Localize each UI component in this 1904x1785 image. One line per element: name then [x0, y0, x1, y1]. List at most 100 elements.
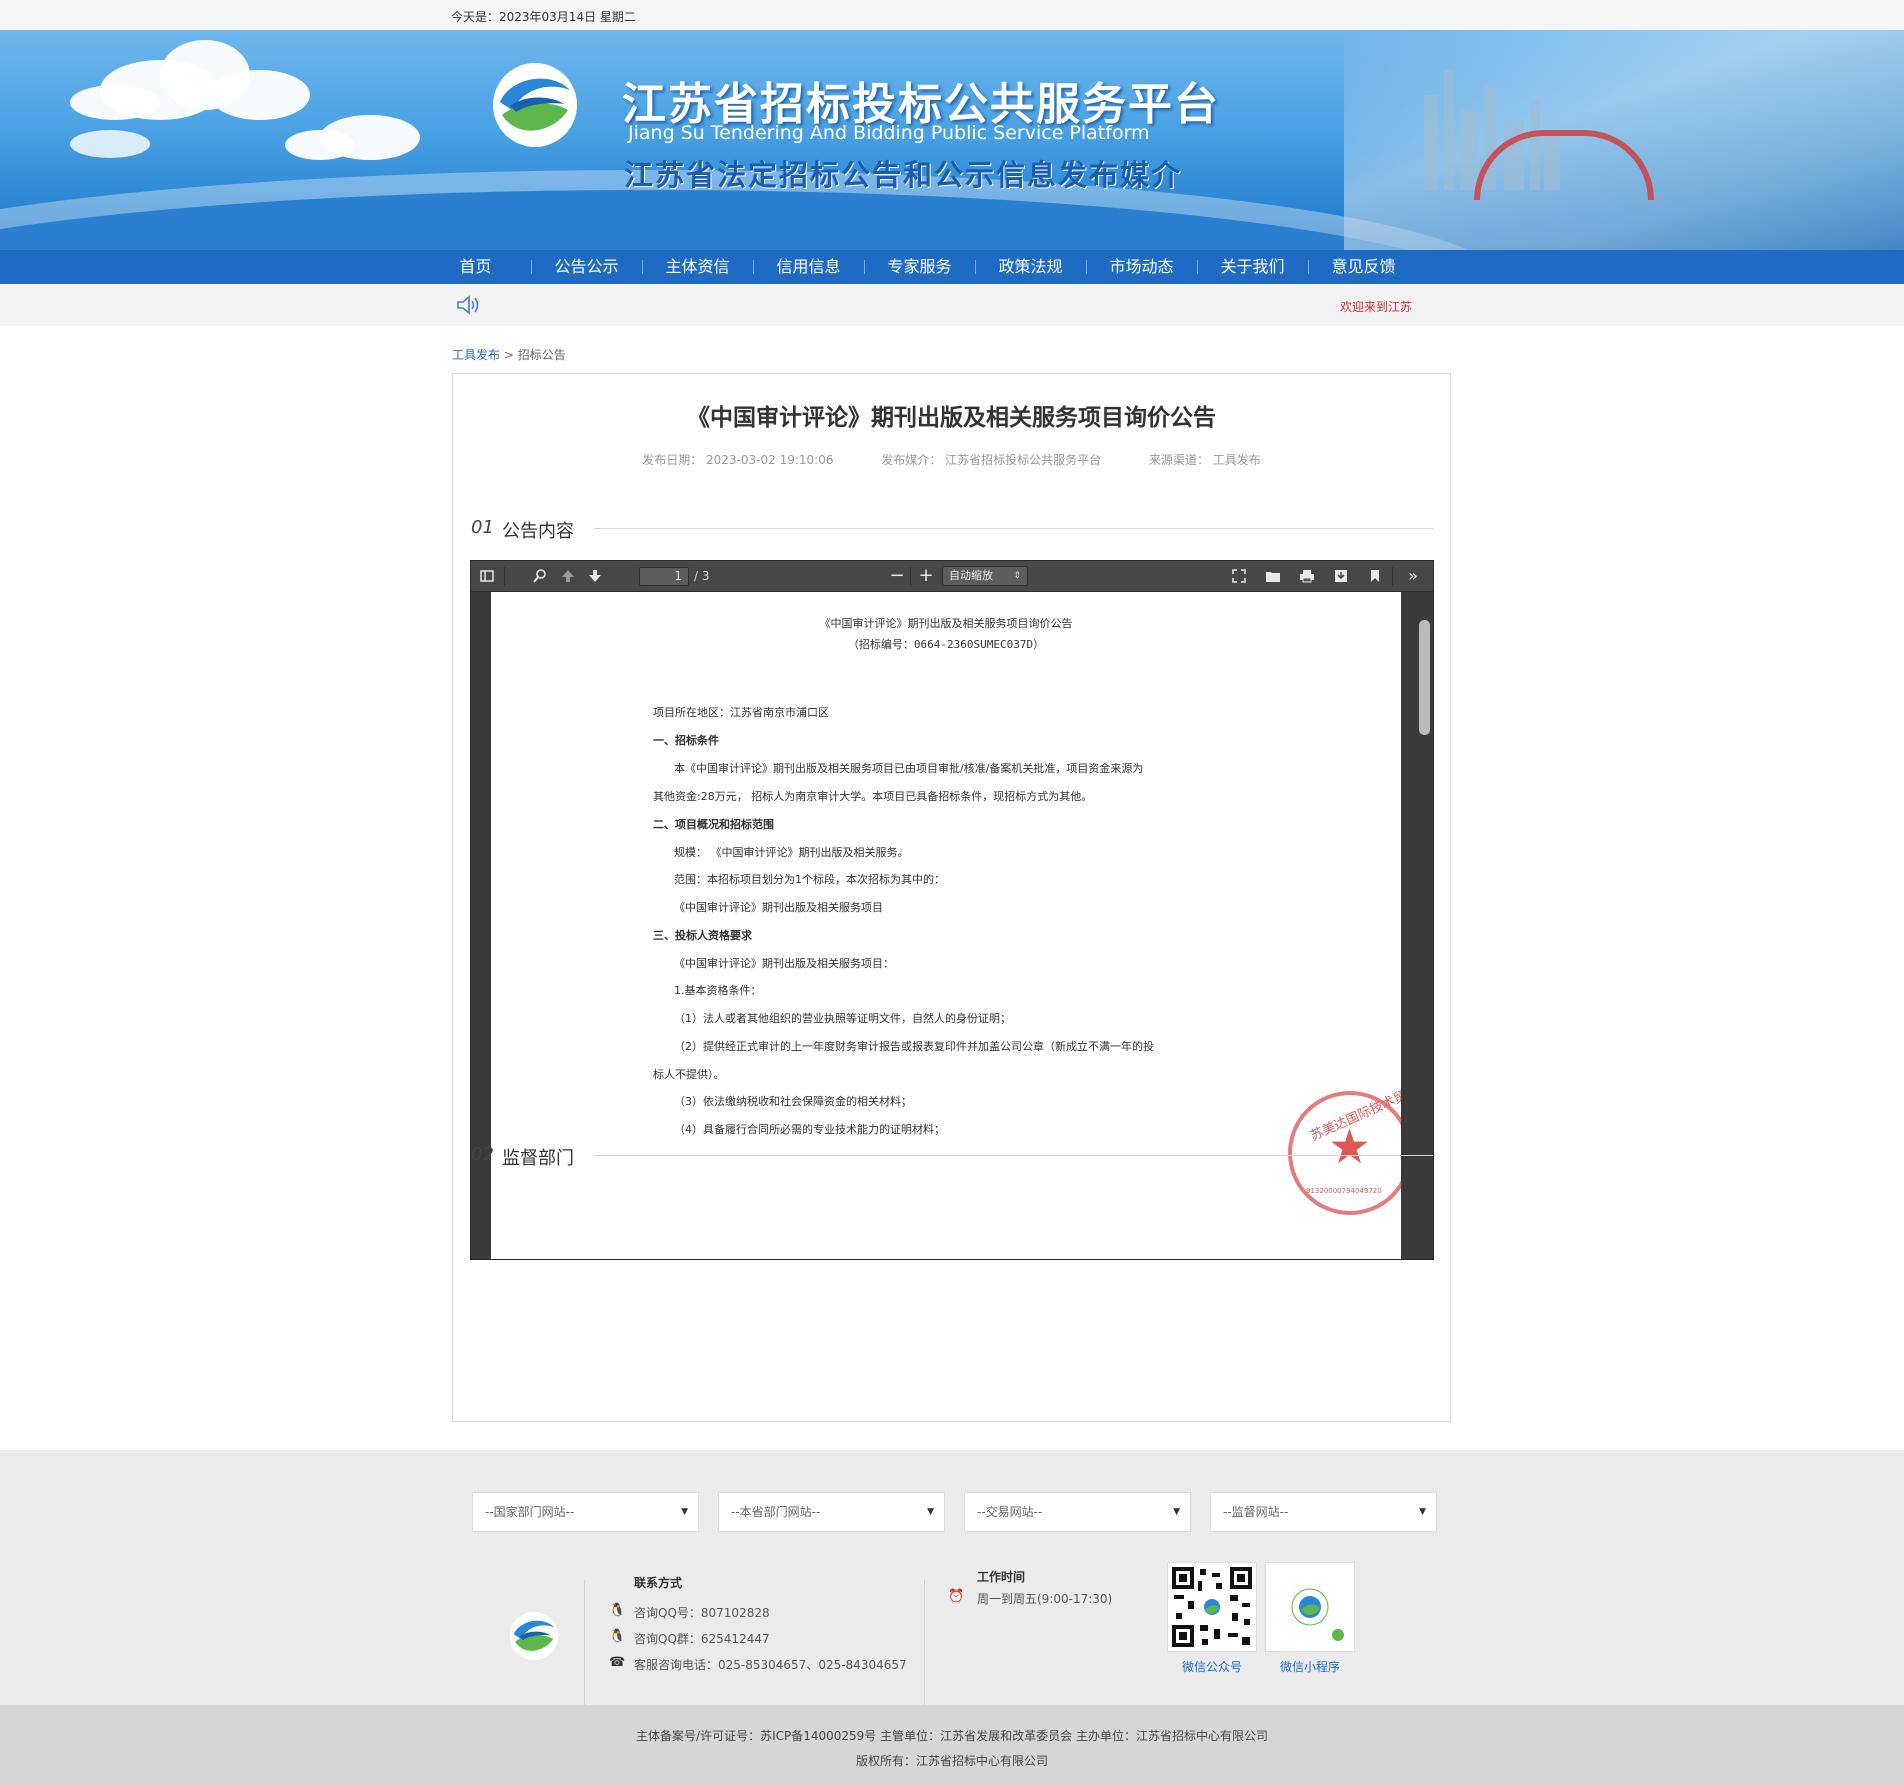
toolbar-separator	[910, 567, 911, 586]
doc-line: 项目所在地区：江苏省南京市浦口区	[653, 706, 829, 719]
open-file-icon[interactable]	[1264, 568, 1282, 584]
notice-bar: 欢迎来到江苏	[0, 284, 1904, 326]
wechat-official-qr-code	[1167, 1562, 1257, 1652]
more-tools-icon[interactable]: »	[1404, 568, 1422, 584]
chevron-down-icon: ▼	[1419, 1507, 1426, 1517]
nav-item-announcements[interactable]: 公告公示	[531, 250, 642, 284]
chevron-updown-icon: ⇕	[1013, 571, 1021, 581]
source-channel: 来源渠道： 工具发布	[1148, 453, 1261, 467]
cloud-decoration	[70, 85, 160, 120]
city-skyline-image	[1344, 30, 1904, 250]
nav-item-about-us[interactable]: 关于我们	[1197, 250, 1308, 284]
sidebar-toggle-icon[interactable]	[478, 568, 496, 584]
doc-heading: 二、项目概况和招标范围	[653, 818, 774, 831]
search-icon[interactable]	[531, 568, 549, 584]
footer-logo	[509, 1611, 559, 1661]
breadcrumb-link-tools[interactable]: 工具发布	[452, 348, 500, 362]
zoom-select-value: 自动缩放	[949, 569, 993, 582]
cloud-decoration	[70, 130, 150, 158]
breadcrumb-current: 招标公告	[517, 348, 566, 362]
supervision-sites-select[interactable]: --监督网站-- ▼	[1210, 1492, 1437, 1532]
pdf-toolbar: 1 / 3 − + 自动缩放 ⇕ »	[471, 561, 1433, 592]
scrolling-notice[interactable]: 欢迎来到江苏	[1340, 298, 1412, 315]
site-subtitle: 江苏省法定招标公告和公示信息发布媒介	[624, 158, 1183, 192]
zoom-select[interactable]: 自动缩放 ⇕	[942, 566, 1028, 586]
qq-icon: 🐧	[609, 1603, 626, 1618]
doc-line: 规模： 《中国审计评论》期刊出版及相关服务。	[674, 846, 909, 859]
provincial-sites-select[interactable]: --本省部门网站-- ▼	[718, 1492, 945, 1532]
site-title-english: Jiang Su Tendering And Bidding Public Se…	[628, 122, 1150, 144]
nav-item-feedback[interactable]: 意见反馈	[1308, 250, 1419, 284]
footer-divider	[584, 1580, 585, 1705]
toolbar-separator	[1392, 567, 1393, 586]
seal-number: 91320000794049720	[1306, 1187, 1382, 1195]
doc-line: （2）提供经正式审计的上一年度财务审计报告或报表复印件并加盖公司公章（新成立不满…	[674, 1040, 1154, 1053]
trading-sites-select[interactable]: --交易网站-- ▼	[964, 1492, 1191, 1532]
platform-logo	[493, 63, 577, 147]
select-value: --交易网站--	[977, 1505, 1043, 1519]
footer-bottom: 主体备案号/许可证号：苏ICP备14000259号 主管单位：江苏省发展和改革委…	[0, 1705, 1904, 1785]
doc-heading: 三、投标人资格要求	[653, 929, 752, 942]
page-number-input[interactable]: 1	[639, 567, 689, 586]
alarm-clock-icon: ⏰	[948, 1589, 965, 1604]
fullscreen-icon[interactable]	[1230, 568, 1248, 584]
nav-item-market-news[interactable]: 市场动态	[1086, 250, 1197, 284]
doc-line: 《中国审计评论》期刊出版及相关服务项目：	[674, 957, 894, 970]
main-nav: 首页 公告公示 主体资信 信用信息 专家服务 政策法规 市场动态 关于我们 意见…	[0, 250, 1904, 284]
nav-item-expert-service[interactable]: 专家服务	[864, 250, 975, 284]
zoom-out-icon[interactable]: −	[888, 567, 906, 585]
speaker-icon	[457, 295, 479, 315]
section-label: 监督部门	[502, 1148, 574, 1169]
chevron-down-icon: ▼	[927, 1507, 934, 1517]
section-header-supervision: 02 监督部门	[471, 1142, 1433, 1169]
qq-group-icon: 🐧	[609, 1629, 626, 1644]
zoom-in-icon[interactable]: +	[917, 567, 935, 585]
article-card: 《中国审计评论》期刊出版及相关服务项目询价公告 发布日期： 2023-03-02…	[452, 373, 1451, 1422]
working-hours: 周一到周五(9:00-17:30)	[977, 1592, 1113, 1606]
site-footer: --国家部门网站-- ▼ --本省部门网站-- ▼ --交易网站-- ▼ --监督网站…	[0, 1450, 1904, 1705]
doc-line: 范围：本招标项目划分为1个标段，本次招标为其中的：	[674, 873, 945, 886]
wechat-official-caption: 微信公众号	[1181, 1660, 1242, 1674]
pdf-scrollbar-thumb[interactable]	[1419, 620, 1430, 735]
doc-line: （4）具备履行合同所必需的专业技术能力的证明材料；	[674, 1123, 945, 1136]
section-number: 01	[471, 517, 494, 538]
qq-number: 咨询QQ号：807102828	[634, 1606, 770, 1620]
today-date: 今天是：2023年03月14日 星期二	[451, 10, 636, 24]
nav-item-credit-info[interactable]: 信用信息	[753, 250, 864, 284]
doc-code: （招标编号：0664-2360SUMEC037D）	[847, 638, 1045, 651]
footer-divider	[924, 1580, 925, 1705]
contact-title: 联系方式	[634, 1576, 683, 1590]
hours-title: 工作时间	[977, 1570, 1026, 1584]
doc-line: （1）法人或者其他组织的营业执照等证明文件，自然人的身份证明；	[674, 1012, 1011, 1025]
service-phone: 客服咨询电话：025-85304657、025-84304657	[634, 1658, 907, 1672]
next-page-icon[interactable]	[586, 568, 604, 584]
doc-line: 1.基本资格条件：	[674, 984, 762, 997]
doc-line: （3）依法缴纳税收和社会保障资金的相关材料；	[674, 1095, 912, 1108]
site-header-banner: 江苏省招标投标公共服务平台 Jiang Su Tendering And Bid…	[0, 30, 1904, 250]
national-sites-select[interactable]: --国家部门网站-- ▼	[472, 1492, 699, 1532]
previous-page-icon[interactable]	[559, 568, 577, 584]
doc-line: 本《中国审计评论》期刊出版及相关服务项目已由项目审批/核准/备案机关批准，项目资…	[674, 762, 1144, 775]
select-value: --国家部门网站--	[485, 1505, 575, 1519]
nav-item-policy[interactable]: 政策法规	[975, 250, 1086, 284]
icp-info: 主体备案号/许可证号：苏ICP备14000259号 主管单位：江苏省发展和改革委…	[636, 1729, 1268, 1743]
section-number: 02	[471, 1144, 494, 1165]
bookmark-icon[interactable]	[1366, 568, 1384, 584]
nav-item-home[interactable]: 首页	[420, 250, 531, 284]
section-header-content: 01 公告内容	[471, 515, 1433, 542]
qq-group: 咨询QQ群：625412447	[634, 1632, 770, 1646]
publish-date: 发布日期： 2023-03-02 19:10:06	[642, 453, 834, 467]
article-title: 《中国审计评论》期刊出版及相关服务项目询价公告	[687, 405, 1216, 431]
doc-heading: 一、招标条件	[653, 734, 719, 747]
print-icon[interactable]	[1298, 568, 1316, 584]
top-bar: 今天是：2023年03月14日 星期二	[0, 0, 1904, 30]
toolbar-separator	[504, 567, 505, 586]
copyright: 版权所有：江苏省招标中心有限公司	[855, 1754, 1048, 1768]
main-nav-list: 首页 公告公示 主体资信 信用信息 专家服务 政策法规 市场动态 关于我们 意见…	[420, 250, 1419, 284]
doc-line: 《中国审计评论》期刊出版及相关服务项目	[674, 901, 883, 914]
wechat-miniprogram-caption: 微信小程序	[1279, 1660, 1340, 1674]
nav-item-entity-credentials[interactable]: 主体资信	[642, 250, 753, 284]
breadcrumb-separator: >	[500, 348, 518, 362]
doc-title: 《中国审计评论》期刊出版及相关服务项目询价公告	[819, 617, 1073, 630]
download-icon[interactable]	[1332, 568, 1350, 584]
